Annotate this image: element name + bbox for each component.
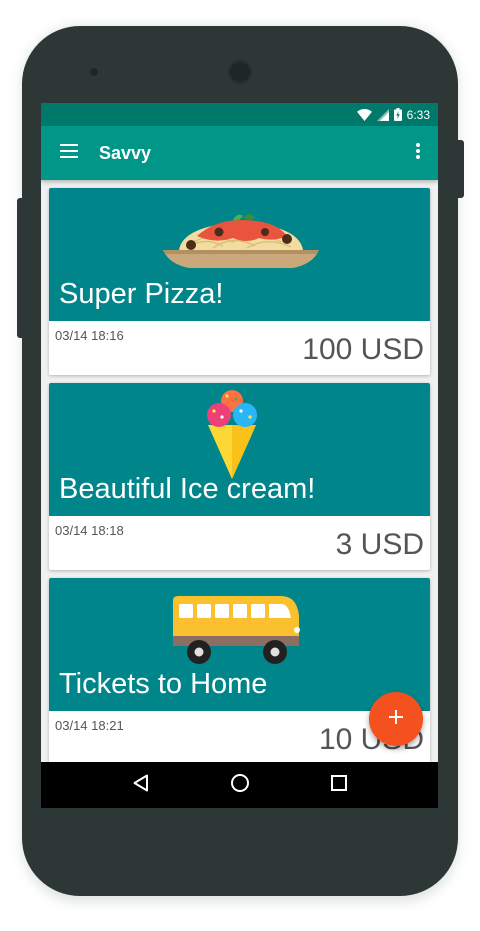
card-image-area: Super Pizza! <box>49 188 430 321</box>
card-image-area: Beautiful Ice cream! <box>49 383 430 516</box>
card-title: Beautiful Ice cream! <box>59 473 316 505</box>
signal-icon <box>376 108 389 121</box>
card-image-area: Tickets to Home <box>49 578 430 711</box>
system-nav-bar <box>41 762 438 808</box>
back-icon <box>133 774 149 797</box>
overflow-menu-button[interactable] <box>398 126 438 180</box>
plus-icon <box>389 709 403 729</box>
wifi-icon <box>356 108 372 121</box>
expense-card[interactable]: Beautiful Ice cream! 03/14 18:18 3 USD <box>49 383 430 570</box>
card-title: Super Pizza! <box>59 278 224 310</box>
hamburger-menu-icon <box>60 143 78 163</box>
proximity-sensor <box>90 68 98 76</box>
card-date: 03/14 18:21 <box>55 718 124 733</box>
recents-icon <box>330 774 347 796</box>
volume-button <box>17 198 24 338</box>
battery-charging-icon <box>393 108 402 121</box>
back-button[interactable] <box>121 765 161 805</box>
ice-cream-cone-illustration <box>207 390 257 479</box>
screen: 6:33 Savvy Super Pizza! 03/14 18:16 100 … <box>41 103 438 808</box>
spaghetti-plate-illustration <box>163 214 319 268</box>
card-title: Tickets to Home <box>59 668 268 700</box>
app-title: Savvy <box>99 142 152 163</box>
status-time: 6:33 <box>406 107 430 122</box>
app-bar: Savvy <box>41 126 438 180</box>
card-price: 3 USD <box>335 528 424 561</box>
menu-button[interactable] <box>41 126 97 180</box>
power-button <box>456 140 464 198</box>
add-expense-button[interactable] <box>369 692 423 746</box>
card-date: 03/14 18:18 <box>55 523 124 538</box>
home-button[interactable] <box>220 765 260 805</box>
card-price: 100 USD <box>302 333 424 366</box>
expense-card[interactable]: Super Pizza! 03/14 18:16 100 USD <box>49 188 430 375</box>
expense-card[interactable]: Tickets to Home 03/14 18:21 10 USD <box>49 578 430 765</box>
status-bar: 6:33 <box>41 103 438 126</box>
card-date: 03/14 18:16 <box>55 328 124 343</box>
home-icon <box>230 773 250 798</box>
recents-button[interactable] <box>319 765 359 805</box>
bus-illustration <box>173 596 300 664</box>
more-vert-icon <box>416 142 420 164</box>
front-camera <box>228 60 252 84</box>
